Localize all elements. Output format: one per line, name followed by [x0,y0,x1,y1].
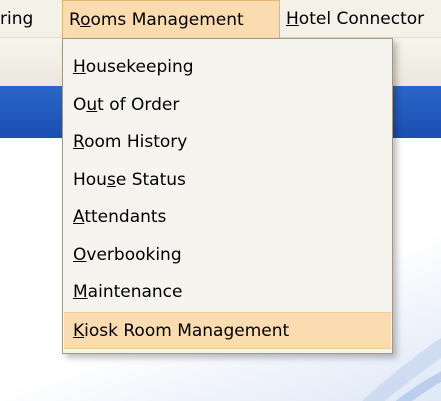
item-label-post: aintenance [87,282,183,302]
item-label-pre: Hou [73,169,107,190]
menu-label-mnemonic: o [80,10,91,30]
menu-monitoring[interactable]: ring [0,0,39,38]
item-label-post: e Status [115,169,186,190]
item-label-mnemonic: K [73,320,85,341]
menu-label-pre: R [69,10,81,30]
menu-item-out-of-order[interactable]: Out of Order [63,87,392,125]
item-label-mnemonic: s [106,169,116,190]
menu-rooms-management[interactable]: Rooms Management [62,0,280,38]
item-label-post: t of Order [97,94,180,115]
item-label-mnemonic: H [73,57,86,77]
menu-label-post: otel Connector [298,9,425,29]
item-label-mnemonic: M [73,282,88,302]
item-label-mnemonic: R [73,132,85,152]
item-label-post: ttendants [84,207,167,227]
menu-item-attendants[interactable]: Attendants [63,199,392,237]
menu-item-room-history[interactable]: Room History [63,124,392,162]
rooms-management-dropdown: Housekeeping Out of Order Room History H… [62,38,393,354]
item-label-pre: O [73,94,87,115]
menu-item-housekeeping[interactable]: Housekeeping [63,49,392,87]
item-label-post: ousekeeping [85,57,194,77]
item-label-mnemonic: u [86,94,98,115]
menu-item-house-status[interactable]: House Status [63,162,392,200]
menu-hotel-connector[interactable]: Hotel Connector [280,0,430,38]
menu-label-post: oms Management [90,10,244,30]
menu-label-mnemonic: H [286,9,299,29]
menu-item-maintenance[interactable]: Maintenance [63,274,392,312]
item-label-mnemonic: O [73,244,87,265]
menu-bar: ring Rooms Management Hotel Connector [0,0,441,38]
menu-label-post: ring [0,9,34,29]
item-label-post: iosk Room Management [84,320,290,341]
item-label-post: verbooking [86,244,182,265]
menu-item-overbooking[interactable]: Overbooking [63,237,392,275]
menu-item-kiosk-room-management[interactable]: Kiosk Room Management [64,311,391,349]
item-label-mnemonic: A [73,207,85,227]
item-label-post: oom History [84,132,188,152]
